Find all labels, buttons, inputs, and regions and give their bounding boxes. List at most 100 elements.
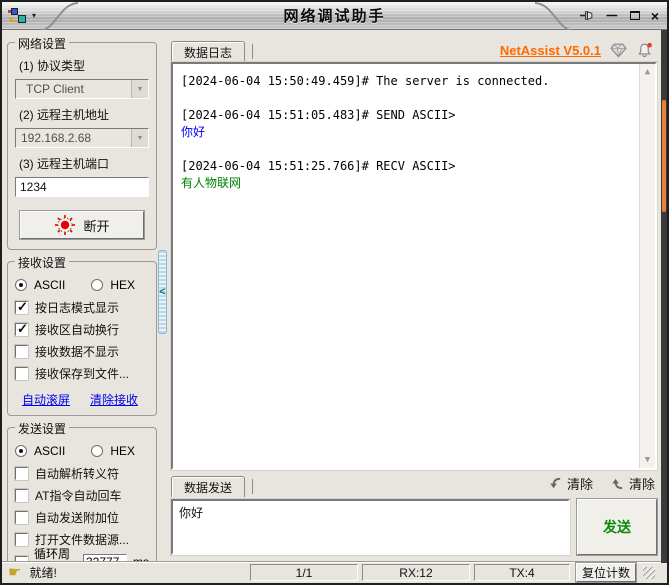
- titlebar: ▾ 网络调试助手 － ×: [2, 2, 667, 30]
- log-line: [2024-06-04 15:50:49.459]# The server is…: [181, 74, 550, 88]
- send-option-row[interactable]: AT指令自动回车: [15, 484, 149, 506]
- cycle-period-checkbox[interactable]: [15, 555, 28, 561]
- window-title: 网络调试助手: [283, 8, 386, 25]
- auto-wrap-checkbox[interactable]: [15, 321, 28, 337]
- send-ascii-radio[interactable]: [15, 445, 27, 457]
- app-network-icon[interactable]: [8, 8, 26, 23]
- clear-label: 清除: [566, 477, 593, 492]
- arrow-curve-down-icon: [550, 477, 561, 489]
- recv-ascii-radio[interactable]: [15, 279, 27, 291]
- parse-escape-checkbox[interactable]: [15, 466, 28, 480]
- auto-append-checkbox[interactable]: [15, 510, 28, 524]
- clear-send-button[interactable]: 清除: [609, 474, 655, 493]
- collapse-sidebar-handle[interactable]: <: [158, 250, 167, 334]
- page-indicator: 1/1: [249, 564, 358, 581]
- send-hex-radio[interactable]: [91, 445, 104, 457]
- checkbox-label: 自动解析转义符: [35, 466, 120, 481]
- recv-option-row[interactable]: 接收区自动换行: [15, 318, 149, 340]
- status-bar: ☛ 就绪! 1/1 RX:12 TX:4 复位计数: [2, 561, 667, 583]
- log-mode-checkbox[interactable]: [15, 299, 28, 315]
- settings-sidebar: 网络设置 (1) 协议类型 TCP Client ▼ (2) 远程主机地址 19…: [7, 34, 157, 561]
- clear-receive-button[interactable]: 清除: [547, 474, 593, 493]
- remote-host-value: 192.168.2.68: [21, 131, 92, 145]
- recv-option-row[interactable]: 接收数据不显示: [15, 340, 149, 362]
- scroll-down-icon[interactable]: ▼: [645, 455, 650, 465]
- log-scrollbar[interactable]: ▲ ▼: [639, 64, 655, 468]
- checkbox-label: AT指令自动回车: [35, 488, 122, 503]
- at-auto-cr-checkbox[interactable]: [15, 488, 28, 502]
- minimize-button[interactable]: －: [605, 9, 619, 23]
- send-data-input[interactable]: 你好: [171, 499, 570, 555]
- checkbox-label: 接收数据不显示: [35, 344, 120, 359]
- chevron-down-icon[interactable]: ▼: [131, 129, 148, 147]
- frame-scroll-thumb[interactable]: [662, 100, 666, 212]
- send-option-row[interactable]: 自动发送附加位: [15, 506, 149, 528]
- tx-counter: TX:4: [473, 564, 570, 581]
- recv-hex-radio[interactable]: [91, 279, 104, 291]
- log-line: [2024-06-04 15:51:05.483]# SEND ASCII>: [181, 108, 456, 122]
- log-line: [2024-06-04 15:51:25.766]# RECV ASCII>: [181, 159, 456, 173]
- data-log-area[interactable]: [2024-06-04 15:50:49.459]# The server is…: [171, 62, 657, 470]
- gem-icon[interactable]: [610, 43, 627, 58]
- tab-label: 数据发送: [184, 480, 233, 495]
- cycle-period-input[interactable]: [83, 553, 127, 561]
- recv-ascii-label: ASCII: [34, 278, 66, 292]
- recv-hex-label: HEX: [110, 278, 136, 292]
- log-line: 有人物联网: [181, 176, 242, 190]
- panel-splitter[interactable]: <: [157, 34, 169, 561]
- group-title: 网络设置: [15, 35, 70, 52]
- clear-receive-link[interactable]: 清除接收: [90, 391, 138, 408]
- protocol-type-label: (1) 协议类型: [19, 59, 86, 73]
- cycle-period-label: 循环周期: [34, 547, 71, 561]
- collapse-arrow-icon: <: [159, 286, 166, 298]
- receive-settings-group: 接收设置 ASCII HEX 按日志模式显示 接收区自动换行: [7, 254, 157, 416]
- remote-host-label: (2) 远程主机地址: [19, 108, 110, 122]
- netassist-window: ▾ 网络调试助手 － × 网络设置 (1) 协议类型 TCP Client ▼ …: [0, 0, 669, 585]
- notification-dot: [647, 42, 652, 48]
- checkbox-label: 按日志模式显示: [35, 300, 120, 315]
- status-text: 就绪!: [29, 566, 57, 580]
- network-settings-group: 网络设置 (1) 协议类型 TCP Client ▼ (2) 远程主机地址 19…: [7, 35, 157, 250]
- hide-recv-data-checkbox[interactable]: [15, 344, 28, 358]
- cycle-period-row[interactable]: 循环周期 ms: [15, 547, 149, 561]
- checkbox-label: 接收保存到文件...: [35, 366, 130, 381]
- notification-bell-icon[interactable]: [636, 42, 653, 58]
- checkbox-label: 自动发送附加位: [35, 510, 120, 525]
- tab-divider: [252, 44, 254, 59]
- resize-grip[interactable]: [643, 566, 655, 579]
- checkbox-label: 接收区自动换行: [35, 322, 120, 337]
- protocol-type-select[interactable]: TCP Client ▼: [15, 79, 149, 99]
- send-option-row[interactable]: 自动解析转义符: [15, 462, 149, 484]
- connection-status-icon: [55, 215, 76, 235]
- close-button[interactable]: ×: [651, 9, 659, 23]
- file-data-source-checkbox[interactable]: [15, 532, 28, 546]
- send-settings-group: 发送设置 ASCII HEX 自动解析转义符 AT指令自动回车 自动发送附加位 …: [7, 420, 157, 561]
- protocol-type-value: TCP Client: [26, 82, 84, 96]
- send-button[interactable]: 发送: [577, 499, 657, 555]
- netassist-version-link[interactable]: NetAssist V5.0.1: [500, 43, 601, 58]
- auto-scroll-link[interactable]: 自动滚屏: [22, 391, 70, 408]
- remote-port-label: (3) 远程主机端口: [19, 157, 110, 171]
- system-menu-caret-icon[interactable]: ▾: [32, 11, 36, 20]
- remote-port-input[interactable]: [15, 177, 149, 197]
- scroll-up-icon[interactable]: ▲: [645, 67, 650, 77]
- maximize-button[interactable]: [629, 11, 640, 20]
- tab-data-log[interactable]: 数据日志: [171, 41, 246, 62]
- tab-data-send[interactable]: 数据发送: [171, 476, 246, 497]
- log-line: 你好: [181, 125, 206, 139]
- tab-divider: [252, 479, 254, 494]
- reset-count-button[interactable]: 复位计数: [575, 563, 636, 582]
- disconnect-button[interactable]: 断开: [20, 211, 144, 239]
- save-to-file-checkbox[interactable]: [15, 366, 28, 380]
- chevron-down-icon[interactable]: ▼: [131, 80, 148, 98]
- remote-host-select[interactable]: 192.168.2.68 ▼: [15, 128, 149, 148]
- window-frame-scroll-strip: [661, 30, 667, 563]
- send-ascii-label: ASCII: [34, 444, 66, 458]
- pin-icon[interactable]: [579, 9, 594, 22]
- recv-option-row[interactable]: 按日志模式显示: [15, 296, 149, 318]
- recv-option-row[interactable]: 接收保存到文件...: [15, 362, 149, 384]
- group-title: 发送设置: [15, 420, 70, 437]
- disconnect-button-label: 断开: [83, 218, 110, 234]
